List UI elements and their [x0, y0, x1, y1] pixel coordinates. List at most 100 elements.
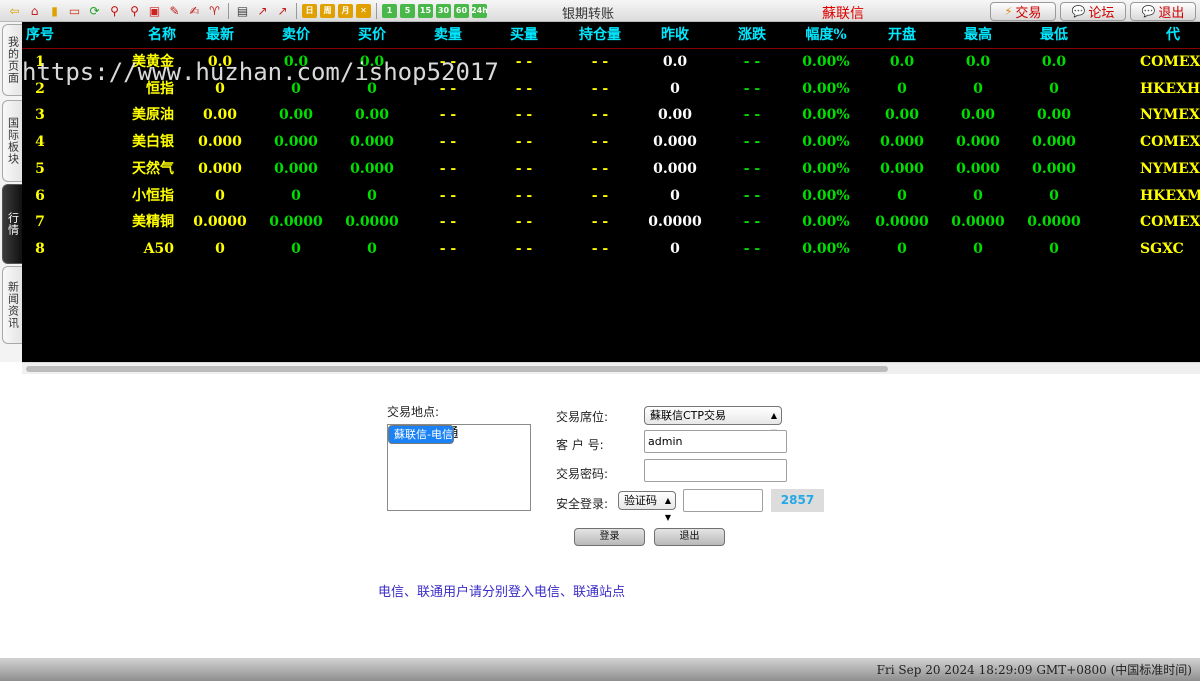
month-period-icon[interactable]: 月	[338, 4, 353, 18]
captcha-image[interactable]: 2857	[771, 489, 824, 512]
cell-ask-vol: - -	[439, 134, 457, 151]
15min-period-icon[interactable]: 15	[418, 4, 433, 18]
column-header-open-interest[interactable]: 持仓量	[570, 22, 630, 49]
column-header-change-pct[interactable]: 幅度%	[796, 22, 856, 49]
cell-low: 0	[1049, 240, 1059, 257]
cell-seq: 2	[35, 80, 45, 97]
horizontal-scrollbar[interactable]	[22, 362, 1200, 374]
24h-period-icon[interactable]: 24h	[471, 4, 488, 18]
column-header-open[interactable]: 开盘	[872, 22, 932, 49]
line-chart-icon[interactable]: ↗	[254, 3, 271, 20]
column-header-high[interactable]: 最高	[948, 22, 1008, 49]
cell-open-interest: - -	[591, 160, 609, 177]
quote-table: 序号 名称 最新 卖价 买价 卖量 买量 持仓量 昨收 涨跌 幅度% 开盘 最高 最低代 1 美黄金 0.0 0…	[22, 22, 1200, 362]
table-row[interactable]: 8 A50 0 0 0 - - - - - - 0 - - 0.00% 0 0 0 SGXC	[22, 236, 1200, 263]
day-period-icon[interactable]: 日	[302, 4, 317, 18]
form-exit-button[interactable]: 退出	[654, 528, 725, 546]
column-header-seq[interactable]: 序号	[26, 22, 58, 49]
table-row[interactable]: 5 天然气 0.000 0.000 0.000 - - - - - - 0.000 - - 0.00…	[22, 156, 1200, 183]
column-header-ask-vol[interactable]: 卖量	[418, 22, 478, 49]
table-row[interactable]: 4 美白银 0.000 0.000 0.000 - - - - - - 0.000 - - 0.00…	[22, 129, 1200, 156]
cell-ask-vol: - -	[439, 160, 457, 177]
cell-bid-vol: - -	[515, 214, 533, 231]
pin-icon[interactable]: ♈	[206, 3, 223, 20]
60min-period-icon[interactable]: 60	[454, 4, 469, 18]
trade-button[interactable]: ⚡ 交易	[990, 2, 1056, 21]
table-row[interactable]: 3 美原油 0.00 0.00 0.00 - - - - - - 0.00 - - 0.00% 0.0…	[22, 102, 1200, 129]
pen-icon[interactable]: ✎	[166, 3, 183, 20]
cell-prev-close: 0.000	[653, 160, 697, 177]
captcha-input[interactable]	[683, 489, 763, 512]
security-mode-select[interactable]: 验证码 ▲ ▼	[618, 491, 676, 522]
cell-code: NYMEXC	[1140, 107, 1200, 124]
table-row[interactable]: 2 恒指 0 0 0 - - - - - - 0 - - 0.00% 0 0 0 HKEXH	[22, 76, 1200, 103]
scrollbar-thumb[interactable]	[26, 366, 888, 372]
cell-seq: 4	[35, 134, 45, 151]
tab-quotes[interactable]: 行情	[2, 184, 22, 264]
1min-period-icon[interactable]: 1	[382, 4, 397, 18]
cell-open-interest: - -	[591, 80, 609, 97]
cell-seq: 7	[35, 214, 45, 231]
5min-period-icon[interactable]: 5	[400, 4, 415, 18]
home-icon[interactable]: ⌂	[26, 3, 43, 20]
column-header-name[interactable]: 名称	[142, 22, 182, 49]
cell-name: 天然气	[132, 160, 174, 177]
cell-code: SGXC	[1140, 240, 1184, 257]
30min-period-icon[interactable]: 30	[436, 4, 451, 18]
column-header-prev-close[interactable]: 昨收	[644, 22, 706, 49]
cell-ask-vol: - -	[439, 240, 457, 257]
column-header-low[interactable]: 最低	[1024, 22, 1084, 49]
account-input[interactable]: admin	[644, 430, 787, 453]
status-bar: Fri Sep 20 2024 18:29:09 GMT+0800 (中国标准时…	[0, 658, 1200, 681]
table-row[interactable]: 1 美黄金 0.0 0.0 0.0 - - - - - - 0.0 - - 0.00% 0.0 0.0 0…	[22, 49, 1200, 76]
close-period-icon[interactable]: ✕	[356, 4, 371, 18]
trading-site-list[interactable]: 蘇联信-电信 蘇联信-联通	[387, 424, 531, 511]
forum-button[interactable]: 💬 论坛	[1060, 2, 1126, 21]
draw-icon[interactable]: ✍	[186, 3, 203, 20]
password-label: 交易密码:	[556, 467, 609, 481]
column-header-change[interactable]: 涨跌	[722, 22, 782, 49]
login-button[interactable]: 登录	[574, 528, 645, 546]
seat-select-value: 蘇联信CTP交易	[650, 409, 727, 422]
column-header-bid-vol[interactable]: 买量	[494, 22, 554, 49]
table-row[interactable]: 7 美精铜 0.0000 0.0000 0.0000 - - - - - - 0.0000 - -…	[22, 209, 1200, 236]
cell-open: 0.0000	[875, 214, 929, 231]
cell-low: 0.0	[1041, 54, 1067, 70]
window-icon[interactable]: ▣	[146, 3, 163, 20]
tab-international[interactable]: 国际板块	[2, 100, 22, 182]
cell-prev-close: 0.000	[653, 134, 697, 151]
column-header-last[interactable]: 最新	[190, 22, 250, 49]
zoom-in-icon[interactable]: ⚲	[106, 3, 123, 20]
cell-change: - -	[743, 240, 761, 257]
cell-low: 0.00	[1036, 107, 1072, 124]
cell-high: 0	[973, 240, 983, 257]
cell-last: 0	[215, 80, 225, 97]
refresh-icon[interactable]: ⟳	[86, 3, 103, 20]
zoom-out-icon[interactable]: ⚲	[126, 3, 143, 20]
bank-futures-transfer-link[interactable]: 银期转账	[562, 3, 614, 22]
column-header-code[interactable]: 代	[1166, 22, 1200, 49]
column-header-ask[interactable]: 卖价	[266, 22, 326, 49]
tab-news[interactable]: 新闻资讯	[2, 266, 22, 344]
site-option-telecom[interactable]: 蘇联信-电信	[388, 425, 454, 444]
cell-open: 0	[897, 187, 907, 204]
back-arrow-icon[interactable]: ⇦	[6, 3, 23, 20]
week-period-icon[interactable]: 周	[320, 4, 335, 18]
notebook-icon[interactable]: ▮	[46, 3, 63, 20]
toolbar-separator	[228, 3, 229, 19]
tab-my-page[interactable]: 我的页面	[2, 24, 22, 96]
ticker-icon[interactable]: ▭	[66, 3, 83, 20]
cell-bid-vol: - -	[515, 240, 533, 257]
table-icon[interactable]: ▤	[234, 3, 251, 20]
cell-code: NYMEXN	[1140, 160, 1200, 177]
exit-button[interactable]: 💬 退出	[1130, 2, 1196, 21]
cell-prev-close: 0.0	[662, 54, 688, 70]
cell-name: A50	[143, 240, 174, 257]
cell-prev-close: 0	[670, 240, 680, 257]
cell-prev-close: 0	[670, 80, 680, 97]
trend-chart-icon[interactable]: ↗	[274, 3, 291, 20]
password-input[interactable]	[644, 459, 787, 482]
table-row[interactable]: 6 小恒指 0 0 0 - - - - - - 0 - - 0.00% 0 0 0 HKEXM	[22, 183, 1200, 210]
column-header-bid[interactable]: 买价	[342, 22, 402, 49]
trading-seat-select[interactable]: 蘇联信CTP交易 ▲▼	[644, 406, 782, 437]
